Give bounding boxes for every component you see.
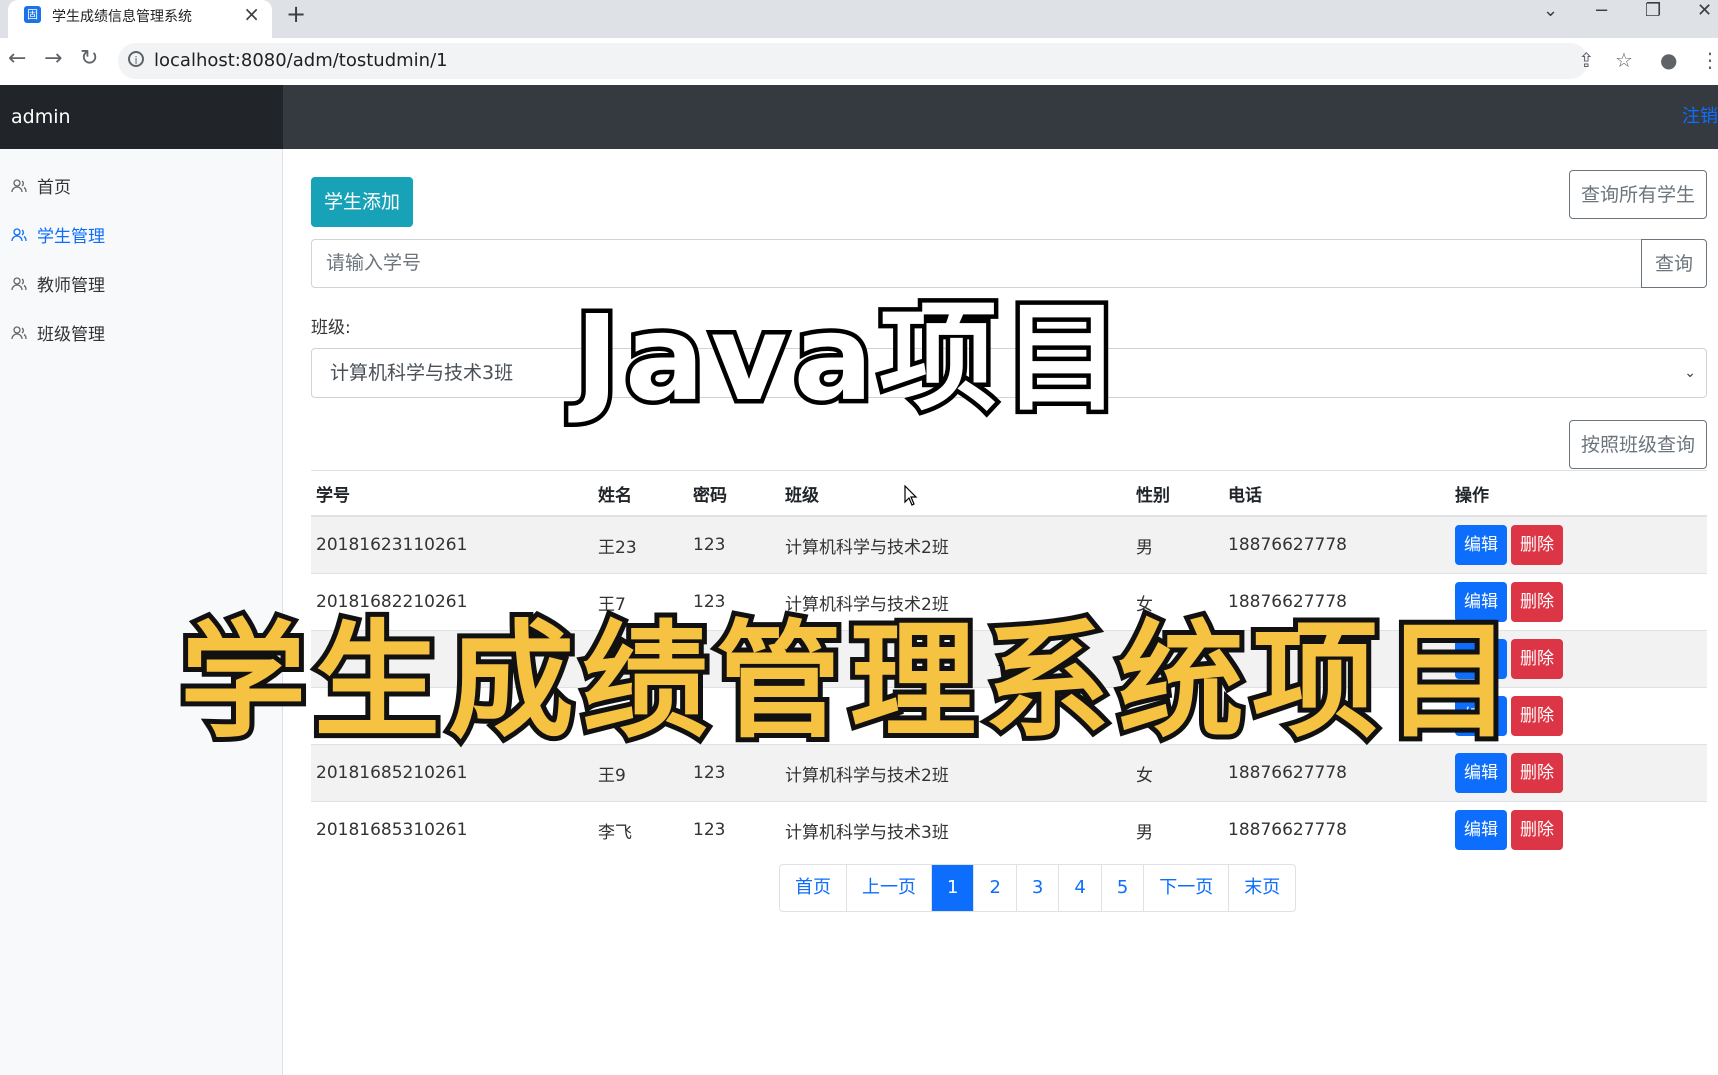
reload-icon[interactable]: ↻ — [80, 46, 98, 71]
favicon-icon: 固 — [24, 6, 41, 23]
brand[interactable]: admin — [0, 85, 283, 149]
page-3[interactable]: 3 — [1015, 865, 1058, 911]
cell-phone: 18876627778 — [1223, 515, 1450, 574]
header-class: 班级 — [780, 470, 1131, 517]
cell-student-id: 20181623110261 — [311, 515, 593, 574]
logout-link[interactable]: 注销 — [1682, 85, 1718, 149]
page-prev[interactable]: 上一页 — [846, 865, 931, 911]
user-icon — [11, 325, 27, 339]
overlay-title-java: Java项目 — [570, 285, 1128, 432]
cell-name: 王23 — [593, 515, 688, 574]
restore-icon[interactable]: ❐ — [1645, 0, 1661, 21]
header-gender: 性别 — [1131, 470, 1223, 517]
search-button[interactable]: 查询 — [1641, 239, 1707, 288]
page-last[interactable]: 末页 — [1228, 865, 1295, 911]
header-phone: 电话 — [1223, 470, 1450, 517]
edit-button[interactable]: 编辑 — [1455, 810, 1507, 850]
header-name: 姓名 — [593, 470, 688, 517]
sidebar-item-students[interactable]: 学生管理 — [11, 222, 105, 247]
cell-class: 计算机科学与技术2班 — [780, 515, 1131, 574]
omnibox[interactable]: i localhost:8080/adm/tostudmin/1 — [118, 43, 1588, 79]
sidebar-item-label: 班级管理 — [37, 325, 105, 345]
sidebar-item-label: 首页 — [37, 178, 71, 198]
edit-button[interactable]: 编辑 — [1455, 525, 1507, 565]
delete-button[interactable]: 删除 — [1511, 525, 1563, 565]
query-by-class-button[interactable]: 按照班级查询 — [1569, 420, 1707, 469]
chevron-down-icon: ⌄ — [1684, 365, 1696, 381]
cell-class: 计算机科学与技术3班 — [780, 801, 1131, 858]
page-1[interactable]: 1 — [931, 865, 974, 911]
menu-icon[interactable]: ⋮ — [1700, 48, 1718, 72]
add-student-button[interactable]: 学生添加 — [311, 177, 413, 227]
sidebar-item-label: 教师管理 — [37, 276, 105, 296]
header-password: 密码 — [688, 470, 780, 517]
class-label: 班级: — [311, 318, 351, 338]
page-next[interactable]: 下一页 — [1143, 865, 1228, 911]
user-icon — [11, 227, 27, 241]
address-bar: ← → ↻ i localhost:8080/adm/tostudmin/1 ⇪… — [0, 38, 1718, 86]
site-info-icon[interactable]: i — [128, 51, 144, 67]
browser-tab[interactable]: 固 学生成绩信息管理系统 × — [8, 0, 272, 38]
mouse-cursor-icon — [904, 485, 918, 506]
tab-title: 学生成绩信息管理系统 — [52, 9, 192, 25]
table-row: 20181685310261 李飞 123 计算机科学与技术3班 男 18876… — [311, 801, 1707, 858]
cell-phone: 18876627778 — [1223, 801, 1450, 858]
user-icon — [11, 276, 27, 290]
minimize-icon[interactable]: − — [1594, 0, 1609, 21]
cell-password: 123 — [688, 801, 780, 858]
query-all-students-button[interactable]: 查询所有学生 — [1569, 170, 1707, 219]
new-tab-icon[interactable]: + — [286, 0, 306, 28]
cell-student-id: 20181685310261 — [311, 801, 593, 858]
close-tab-icon[interactable]: × — [243, 2, 260, 26]
forward-icon[interactable]: → — [44, 46, 62, 71]
overlay-title-project: 学生成绩管理系统项目 — [175, 603, 1520, 760]
tab-search-icon[interactable]: ⌄ — [1543, 0, 1558, 21]
bookmark-star-icon[interactable]: ☆ — [1615, 48, 1633, 72]
window-close-icon[interactable]: ✕ — [1697, 0, 1712, 21]
app-topbar: admin 注销 — [0, 85, 1718, 149]
cell-name: 李飞 — [593, 801, 688, 858]
sidebar-item-label: 学生管理 — [37, 227, 105, 247]
cell-actions: 编辑 删除 — [1450, 515, 1707, 574]
class-select-value: 计算机科学与技术3班 — [330, 362, 514, 384]
cell-gender: 男 — [1131, 801, 1223, 858]
sidebar-item-teachers[interactable]: 教师管理 — [11, 271, 105, 296]
header-actions: 操作 — [1450, 470, 1707, 517]
table-header-row: 学号 姓名 密码 班级 性别 电话 操作 — [311, 470, 1707, 517]
page-4[interactable]: 4 — [1058, 865, 1100, 911]
share-icon[interactable]: ⇪ — [1578, 48, 1595, 72]
back-icon[interactable]: ← — [8, 46, 26, 71]
profile-icon[interactable]: ● — [1660, 48, 1677, 72]
delete-button[interactable]: 删除 — [1511, 810, 1563, 850]
sidebar-item-home[interactable]: 首页 — [11, 173, 71, 198]
page-2[interactable]: 2 — [973, 865, 1015, 911]
pagination: 首页 上一页 1 2 3 4 5 下一页 末页 — [779, 864, 1297, 912]
page-5[interactable]: 5 — [1100, 865, 1143, 911]
cell-password: 123 — [688, 515, 780, 574]
table-row: 20181623110261 王23 123 计算机科学与技术2班 男 1887… — [311, 515, 1707, 574]
header-student-id: 学号 — [311, 470, 593, 517]
browser-tabstrip: 固 学生成绩信息管理系统 × + ⌄ − ❐ ✕ — [0, 0, 1718, 38]
sidebar-item-classes[interactable]: 班级管理 — [11, 320, 105, 345]
url-text[interactable]: localhost:8080/adm/tostudmin/1 — [154, 50, 448, 71]
user-icon — [11, 178, 27, 192]
page-first[interactable]: 首页 — [780, 865, 846, 911]
cell-actions: 编辑 删除 — [1450, 801, 1707, 858]
cell-gender: 男 — [1131, 515, 1223, 574]
